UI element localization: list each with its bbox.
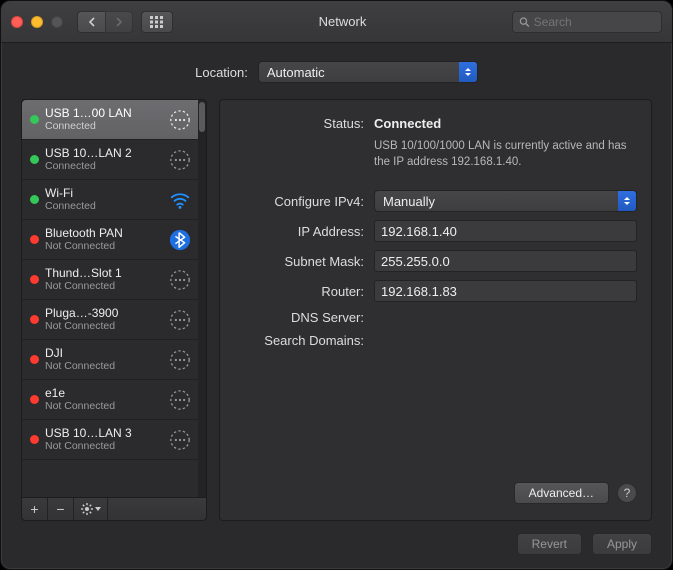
apply-button[interactable]: Apply [592, 533, 652, 555]
status-dot-icon [30, 195, 39, 204]
status-description: USB 10/100/1000 LAN is currently active … [374, 139, 637, 170]
interface-list[interactable]: USB 1…00 LANConnectedUSB 10…LAN 2Connect… [22, 100, 206, 498]
interface-name: USB 1…00 LAN [45, 107, 162, 121]
ethernet-icon [168, 148, 192, 172]
search-field[interactable] [512, 11, 662, 33]
interface-row[interactable]: DJINot Connected [22, 340, 198, 380]
interface-status: Connected [45, 120, 162, 132]
interface-row[interactable]: USB 10…LAN 2Connected [22, 140, 198, 180]
ethernet-icon [168, 308, 192, 332]
location-select[interactable]: Automatic [258, 61, 478, 83]
chevron-updown-icon [618, 191, 636, 211]
status-dot-icon [30, 235, 39, 244]
ethernet-icon [168, 388, 192, 412]
search-icon [519, 16, 530, 28]
ethernet-icon [168, 268, 192, 292]
router-label: Router: [234, 284, 364, 299]
titlebar: Network [1, 1, 672, 43]
dns-server-label: DNS Server: [234, 310, 364, 325]
scrollbar[interactable] [198, 100, 206, 497]
status-dot-icon [30, 315, 39, 324]
interface-name: USB 10…LAN 3 [45, 427, 162, 441]
interface-status: Not Connected [45, 320, 162, 332]
bottom-bar: Revert Apply [21, 521, 652, 555]
window-title: Network [181, 14, 504, 29]
scrollbar-thumb[interactable] [199, 102, 205, 132]
interface-name: Thund…Slot 1 [45, 267, 162, 281]
content-area: Location: Automatic USB 1…00 LANConnecte… [1, 43, 672, 569]
interface-status: Not Connected [45, 280, 162, 292]
configure-ipv4-select[interactable]: Manually [374, 190, 637, 212]
interface-name: Wi-Fi [45, 187, 162, 201]
status-dot-icon [30, 435, 39, 444]
ip-address-label: IP Address: [234, 224, 364, 239]
chevron-updown-icon [459, 62, 477, 82]
status-dot-icon [30, 275, 39, 284]
location-value: Automatic [267, 65, 325, 80]
interface-name: DJI [45, 347, 162, 361]
forward-button[interactable] [105, 11, 133, 33]
router-field[interactable]: 192.168.1.83 [374, 280, 637, 302]
search-input[interactable] [534, 15, 655, 29]
ethernet-icon [168, 428, 192, 452]
interface-sidebar: USB 1…00 LANConnectedUSB 10…LAN 2Connect… [21, 99, 207, 521]
status-dot-icon [30, 355, 39, 364]
interface-status: Connected [45, 200, 162, 212]
interface-status: Not Connected [45, 440, 162, 452]
close-icon[interactable] [11, 16, 23, 28]
interface-name: USB 10…LAN 2 [45, 147, 162, 161]
wifi-icon [168, 188, 192, 212]
interface-row[interactable]: USB 10…LAN 3Not Connected [22, 420, 198, 460]
action-menu-button[interactable] [74, 498, 108, 520]
interface-name: Pluga…-3900 [45, 307, 162, 321]
ethernet-icon [168, 108, 192, 132]
status-dot-icon [30, 155, 39, 164]
interface-row[interactable]: USB 1…00 LANConnected [22, 100, 198, 140]
back-button[interactable] [77, 11, 105, 33]
chevron-down-icon [95, 507, 101, 511]
network-prefs-window: Network Location: Automatic USB 1…00 LAN… [0, 0, 673, 570]
revert-button[interactable]: Revert [517, 533, 582, 555]
minimize-icon[interactable] [31, 16, 43, 28]
interface-status: Not Connected [45, 400, 162, 412]
advanced-button[interactable]: Advanced… [514, 482, 609, 504]
help-button[interactable]: ? [617, 483, 637, 503]
remove-interface-button[interactable]: − [48, 498, 74, 520]
status-label: Status: [234, 116, 364, 131]
ethernet-icon [168, 348, 192, 372]
add-interface-button[interactable]: + [22, 498, 48, 520]
status-dot-icon [30, 115, 39, 124]
interface-row[interactable]: Thund…Slot 1Not Connected [22, 260, 198, 300]
interface-row[interactable]: Wi-FiConnected [22, 180, 198, 220]
interface-name: Bluetooth PAN [45, 227, 162, 241]
search-domains-label: Search Domains: [234, 333, 364, 348]
interface-row[interactable]: Bluetooth PANNot Connected [22, 220, 198, 260]
interface-row[interactable]: Pluga…-3900Not Connected [22, 300, 198, 340]
subnet-mask-label: Subnet Mask: [234, 254, 364, 269]
bluetooth-icon [168, 228, 192, 252]
interface-row[interactable]: e1eNot Connected [22, 380, 198, 420]
detail-panel: Status: Connected USB 10/100/1000 LAN is… [219, 99, 652, 521]
interface-status: Connected [45, 160, 162, 172]
interface-name: e1e [45, 387, 162, 401]
ip-address-field[interactable]: 192.168.1.40 [374, 220, 637, 242]
interface-status: Not Connected [45, 360, 162, 372]
sidebar-toolbar: + − [22, 498, 206, 520]
location-row: Location: Automatic [21, 61, 652, 83]
window-controls [11, 16, 63, 28]
interface-status: Not Connected [45, 240, 162, 252]
gear-icon [81, 503, 93, 515]
configure-ipv4-value: Manually [383, 194, 435, 209]
status-dot-icon [30, 395, 39, 404]
nav-back-forward [77, 11, 133, 33]
location-label: Location: [195, 65, 248, 80]
status-value: Connected [374, 116, 637, 131]
zoom-icon[interactable] [51, 16, 63, 28]
configure-ipv4-label: Configure IPv4: [234, 194, 364, 209]
subnet-mask-field[interactable]: 255.255.0.0 [374, 250, 637, 272]
show-all-button[interactable] [141, 11, 173, 33]
